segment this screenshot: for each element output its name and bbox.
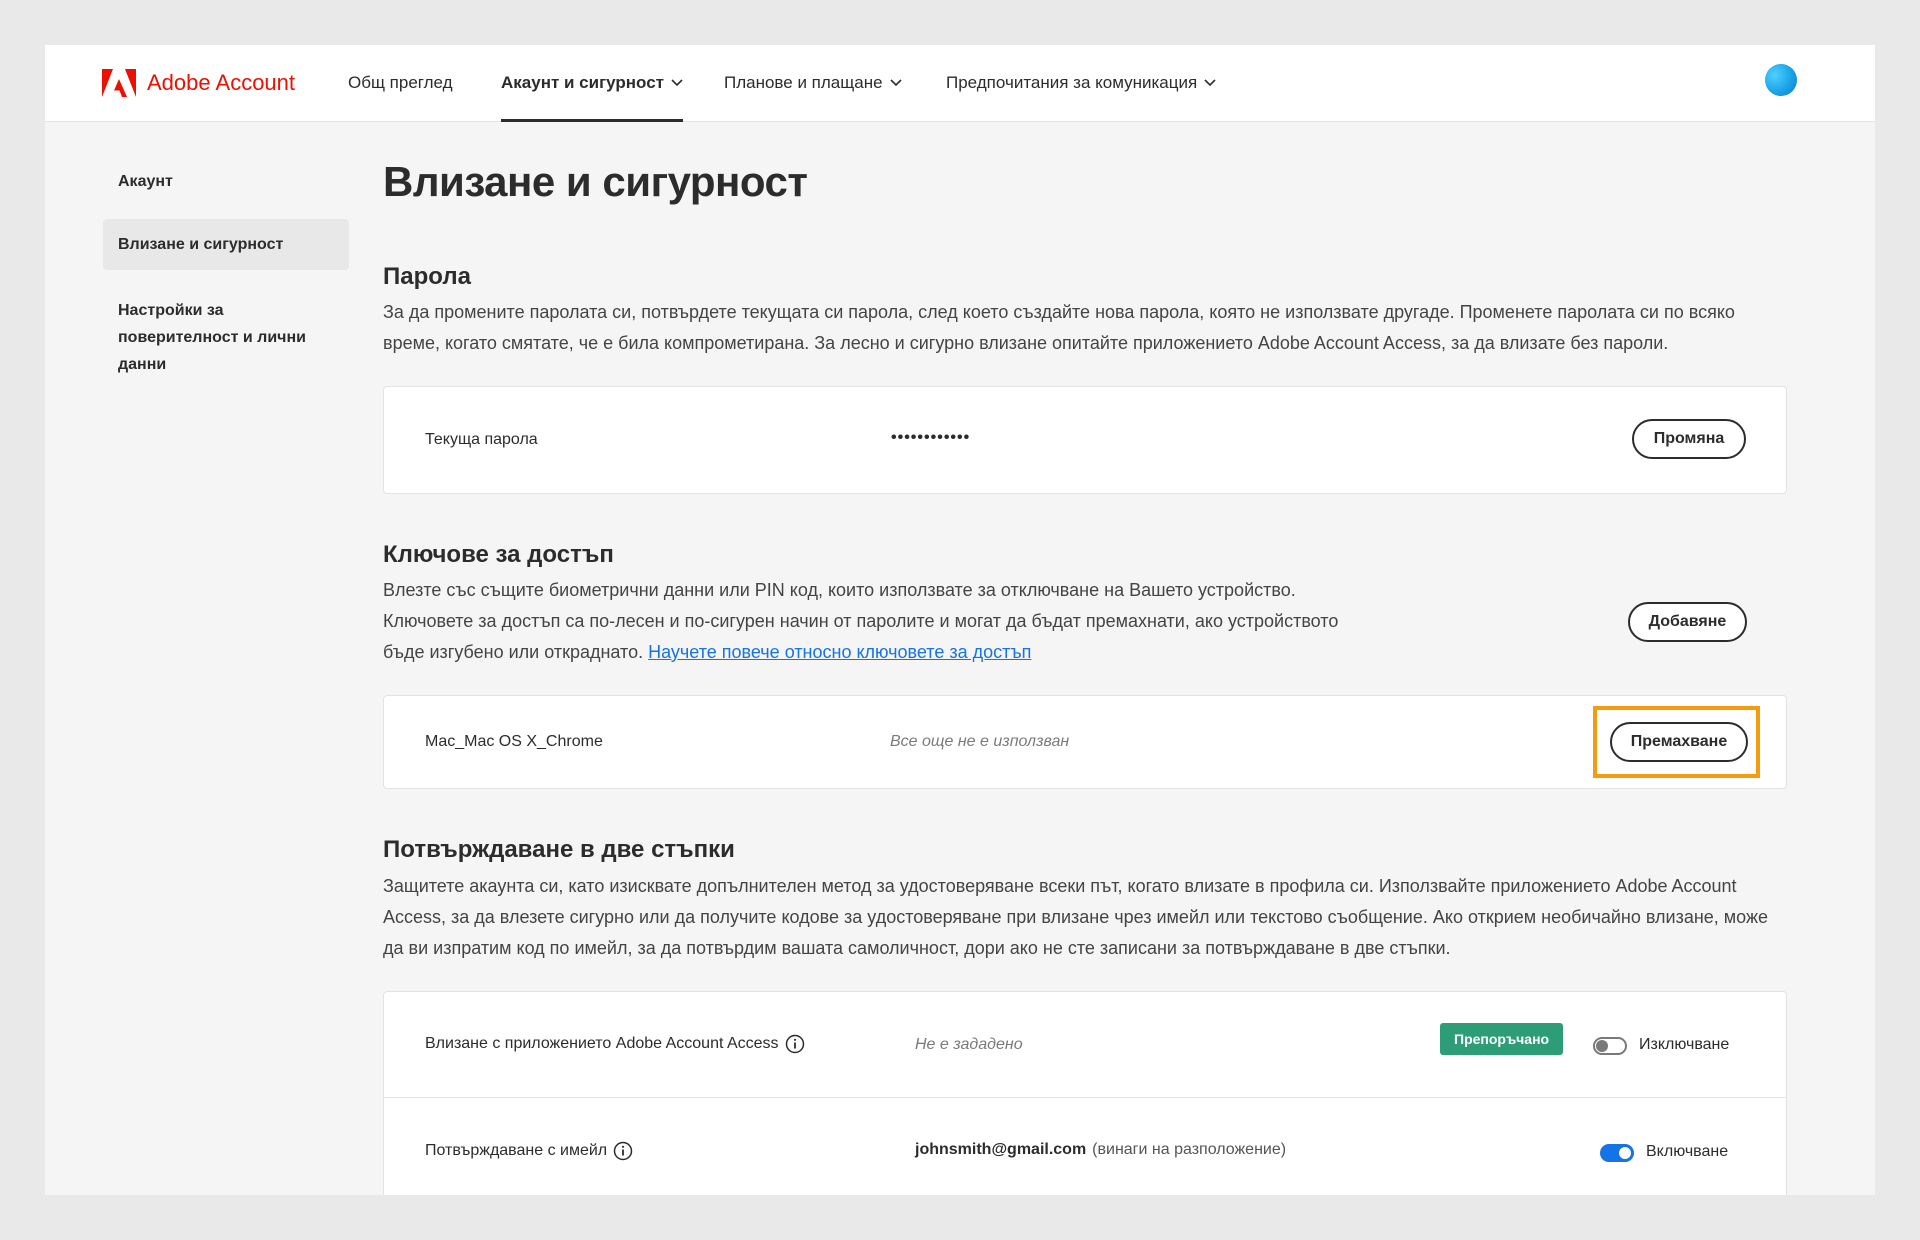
app-signin-toggle-label: Изключване bbox=[1639, 1036, 1730, 1053]
app-window: Adobe Account Общ преглед Акаунт и сигур… bbox=[45, 45, 1875, 1195]
avatar[interactable] bbox=[1765, 64, 1797, 96]
passkey-device-status: Все още не е използван bbox=[890, 733, 1070, 750]
top-nav: Adobe Account Общ преглед Акаунт и сигур… bbox=[45, 45, 1875, 122]
app-signin-toggle[interactable] bbox=[1593, 1037, 1627, 1055]
passkeys-line-3-text: бъде изгубено или откраднато. bbox=[383, 642, 644, 662]
passkeys-heading: Ключове за достъп bbox=[383, 541, 614, 568]
two-step-email-note: (винаги на разположение) bbox=[1092, 1141, 1287, 1158]
passkeys-line-3: бъде изгубено или откраднато. Научете по… bbox=[383, 637, 1533, 668]
nav-overview[interactable]: Общ преглед bbox=[348, 45, 453, 121]
two-step-email-label: Потвърждаване с имейл bbox=[425, 1142, 608, 1159]
password-description: За да промените паролата си, потвърдете … bbox=[383, 302, 1735, 353]
two-step-email-value: johnsmith@gmail.com (винаги на разположе… bbox=[915, 1141, 1286, 1159]
current-password-value: •••••••••••• bbox=[891, 429, 971, 446]
two-step-app-label: Влизане с приложението Adobe Account Acc… bbox=[425, 1035, 779, 1052]
email-verification-toggle[interactable] bbox=[1600, 1144, 1634, 1162]
two-step-description: Защитете акаунта си, като изисквате допъ… bbox=[383, 876, 1769, 958]
chevron-down-icon bbox=[671, 79, 683, 87]
passkeys-line-1: Влезте със същите биометрични данни или … bbox=[383, 580, 1296, 600]
passkeys-description: Влезте със същите биометрични данни или … bbox=[383, 575, 1533, 668]
brand[interactable]: Adobe Account bbox=[102, 65, 295, 101]
nav-communication-prefs-label: Предпочитания за комуникация bbox=[946, 73, 1198, 92]
recommended-badge: Препоръчано bbox=[1440, 1023, 1564, 1055]
two-step-row-email: Потвърждаване с имейл bbox=[425, 1141, 633, 1161]
current-password-label: Текуща парола bbox=[425, 431, 538, 448]
sidebar-item-signin-security[interactable]: Влизане и сигурност bbox=[103, 219, 349, 270]
nav-account-security[interactable]: Акаунт и сигурност bbox=[501, 45, 683, 122]
passkey-device-name: Mac_Mac OS X_Chrome bbox=[425, 733, 603, 750]
sidebar-item-label: Настройки за поверителност и лични данни bbox=[118, 302, 306, 373]
nav-account-security-label: Акаунт и сигурност bbox=[501, 73, 664, 92]
two-step-email-address: johnsmith@gmail.com bbox=[915, 1141, 1087, 1158]
info-icon[interactable] bbox=[613, 1141, 633, 1161]
chevron-down-icon bbox=[889, 79, 902, 87]
chevron-down-icon bbox=[1204, 79, 1216, 87]
sidebar-item-privacy[interactable]: Настройки за поверителност и лични данни bbox=[103, 297, 333, 378]
remove-passkey-button[interactable]: Премахване bbox=[1610, 722, 1748, 762]
nav-plans-payment[interactable]: Планове и плащане bbox=[724, 45, 902, 121]
email-verification-toggle-label: Включване bbox=[1646, 1143, 1729, 1160]
password-heading: Парола bbox=[383, 263, 471, 290]
two-step-app-value: Не е зададено bbox=[915, 1036, 1023, 1053]
change-password-button[interactable]: Промяна bbox=[1632, 419, 1746, 459]
sidebar-item-label: Влизане и сигурност bbox=[118, 236, 284, 253]
info-icon[interactable] bbox=[785, 1034, 805, 1054]
page-title: Влизане и сигурност bbox=[383, 158, 808, 205]
nav-overview-label: Общ преглед bbox=[348, 73, 453, 92]
adobe-logo-icon bbox=[102, 69, 136, 97]
password-card: Текуща парола •••••••••••• Промяна bbox=[383, 386, 1787, 494]
brand-name: Adobe Account bbox=[147, 70, 296, 95]
passkeys-line-2: Ключовете за достъп са по-лесен и по-сиг… bbox=[383, 611, 1339, 631]
two-step-card: Влизане с приложението Adobe Account Acc… bbox=[383, 991, 1787, 1195]
two-step-heading: Потвърждаване в две стъпки bbox=[383, 836, 735, 863]
add-passkey-button[interactable]: Добавяне bbox=[1628, 602, 1747, 642]
passkeys-learn-more-link[interactable]: Научете повече относно ключовете за дост… bbox=[648, 642, 1031, 662]
two-step-row-app: Влизане с приложението Adobe Account Acc… bbox=[425, 1034, 805, 1054]
nav-communication-prefs[interactable]: Предпочитания за комуникация bbox=[946, 45, 1216, 121]
sidebar-item-account[interactable]: Акаунт bbox=[103, 168, 349, 195]
sidebar-item-label: Акаунт bbox=[118, 173, 173, 190]
nav-plans-payment-label: Планове и плащане bbox=[724, 73, 883, 92]
passkey-device-card: Mac_Mac OS X_Chrome Все още не е използв… bbox=[383, 695, 1787, 789]
row-divider bbox=[384, 1097, 1786, 1098]
